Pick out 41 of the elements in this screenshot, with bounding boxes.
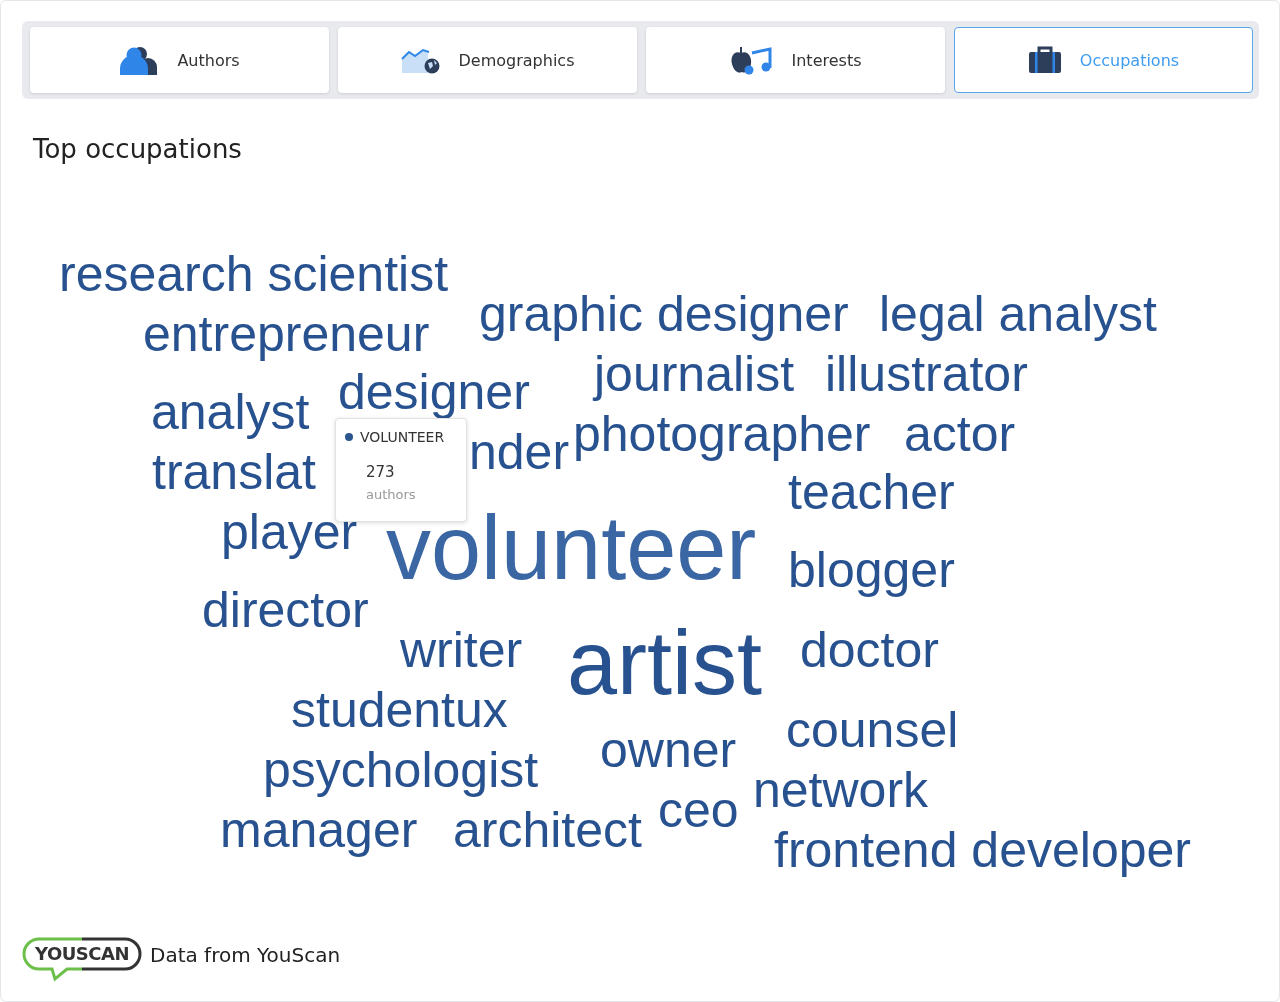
cloud-word[interactable]: writer <box>400 624 523 675</box>
tooltip-title: VOLUNTEER <box>360 429 445 445</box>
cloud-word[interactable]: nder <box>469 426 570 477</box>
youscan-logo: YOUSCAN <box>22 936 142 982</box>
cloud-word[interactable]: artist <box>567 617 763 708</box>
count-unit: authors <box>366 487 417 502</box>
cloud-word[interactable]: designer <box>338 366 530 417</box>
section-heading: Top occupations <box>33 133 243 166</box>
cloud-word[interactable]: psychologist <box>263 744 539 795</box>
cloud-word[interactable]: player <box>221 506 358 557</box>
people-icon <box>119 45 160 75</box>
cloud-word[interactable]: owner <box>600 724 737 775</box>
cloud-word[interactable]: legal analyst <box>879 288 1157 339</box>
cloud-word[interactable]: photographer <box>573 408 871 459</box>
tab[interactable]: Authors <box>30 27 329 93</box>
cloud-word[interactable]: volunteer <box>386 502 757 593</box>
tab[interactable]: Demographics <box>338 27 637 93</box>
cloud-word[interactable]: counsel <box>786 704 959 755</box>
cloud-word[interactable]: journalist <box>594 348 795 399</box>
cloud-word[interactable]: doctor <box>800 624 939 675</box>
cloud-word[interactable]: ceo <box>658 784 739 835</box>
cloud-word[interactable]: research scientist <box>59 248 449 299</box>
briefcase-icon <box>1027 45 1062 75</box>
cloud-word[interactable]: studentux <box>291 684 508 735</box>
cloud-word[interactable]: entrepreneur <box>143 308 430 359</box>
cloud-word[interactable]: translat <box>152 446 316 497</box>
cloud-word[interactable]: manager <box>220 804 418 855</box>
cloud-word[interactable]: analyst <box>151 386 310 437</box>
cloud-word[interactable]: actor <box>904 408 1016 459</box>
cloud-word[interactable]: frontend developer <box>774 824 1191 875</box>
cloud-word[interactable]: illustrator <box>825 348 1028 399</box>
source-note: Data from YouScan <box>150 943 341 967</box>
tab[interactable]: Interests <box>646 27 945 93</box>
author-count: 273 <box>366 463 396 481</box>
cloud-word[interactable]: teacher <box>788 466 955 517</box>
cloud-word[interactable]: blogger <box>788 544 955 595</box>
cloud-word[interactable]: director <box>202 584 369 635</box>
cloud-word[interactable]: network <box>753 764 929 815</box>
cloud-word[interactable]: architect <box>453 804 642 855</box>
apple-music-icon <box>729 45 774 75</box>
cloud-word[interactable]: graphic designer <box>479 288 849 339</box>
